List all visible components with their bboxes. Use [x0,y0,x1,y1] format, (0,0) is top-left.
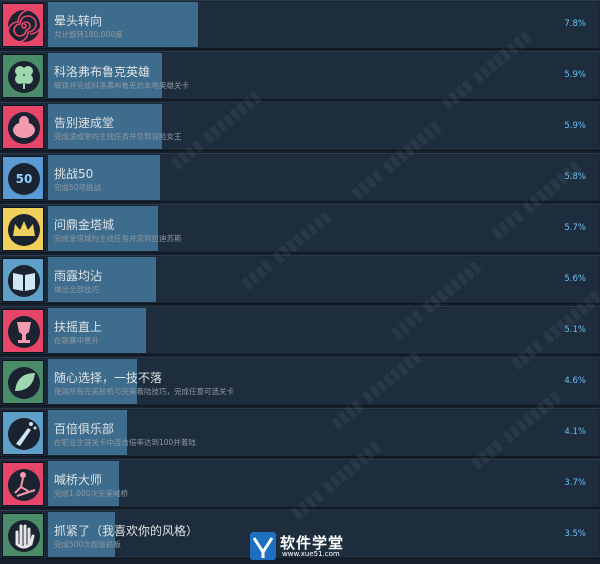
unlock-percent: 3.7% [564,478,586,488]
leaf-icon [2,360,44,404]
achievement-description: 完成金塔城的主线任务并见到拉迪苏斯 [54,234,182,243]
achievement-row: 雨露均沾做出全部技巧 5.6% [0,255,600,304]
clover-icon [2,54,44,98]
unlock-percent: 4.6% [564,376,586,386]
unlock-percent: 5.8% [564,172,586,182]
progress-track [48,461,598,506]
unlock-percent: 5.7% [564,223,586,233]
unlock-percent: 5.9% [564,121,586,131]
pig-icon [2,105,44,149]
badge-50-icon: 50 [2,156,44,200]
unlock-percent: 3.5% [564,529,586,539]
achievement-row: 喊桥大师完成1,000次完美喊桥 3.7% [0,459,600,508]
trophy-icon [2,309,44,353]
achievement-description: 解锁并完成科洛弗布鲁克的本地英雄关卡 [54,81,189,90]
unlock-percent: 4.1% [564,427,586,437]
achievement-title: 抓紧了（我喜欢你的风格） [54,524,199,538]
achievement-title: 扶摇直上 [54,320,103,334]
achievement-title: 告别速成堂 [54,116,115,130]
achievement-description: 完成500次超级抓板 [54,540,121,549]
bottle-icon [2,411,44,455]
logo-mark-icon [250,532,276,560]
achievement-description: 在职业生涯关卡中连击倍率达到100并着陆 [54,438,196,447]
achievement-row: 50 挑战50 完成50项挑战 5.8% [0,153,600,202]
site-logo: 软件学堂 www.xue51.com [250,530,360,562]
crown-icon [2,207,44,251]
book-icon [2,258,44,302]
skater-icon [2,462,44,506]
achievement-title: 随心选择，一技不落 [54,371,163,385]
achievement-description: 共计旋转180,000度 [54,30,123,39]
achievement-description: 做出全部技巧 [54,285,99,294]
unlock-percent: 5.1% [564,325,586,335]
achievement-description: 完成1,000次完美喊桥 [54,489,128,498]
achievement-description: 在联赛中晋升 [54,336,99,345]
achievement-title: 晕头转向 [54,14,103,28]
spiral-icon [2,3,44,47]
achievement-row: 扶摇直上在联赛中晋升 5.1% [0,306,600,355]
achievement-title: 问鼎金塔城 [54,218,115,232]
achievement-title: 雨露均沾 [54,269,103,283]
achievement-title: 挑战50 [54,167,94,181]
logo-url: www.xue51.com [282,550,340,558]
achievement-row: 科洛弗布鲁克英雄解锁并完成科洛弗布鲁克的本地英雄关卡 5.9% [0,51,600,100]
progress-track [48,410,598,455]
achievement-description: 完成速成堂的主线任务并见到冒险女王 [54,132,182,141]
hand-icon [2,513,44,557]
achievement-row: 百倍俱乐部在职业生涯关卡中连击倍率达到100并着陆 4.1% [0,408,600,457]
unlock-percent: 5.9% [564,70,586,80]
achievement-title: 百倍俱乐部 [54,422,115,436]
achievement-row: 随心选择，一技不落使用所有完美舷桥与完美着陆技巧，完成任意可选关卡 4.6% [0,357,600,406]
achievement-description: 完成50项挑战 [54,183,102,192]
unlock-percent: 7.8% [564,19,586,29]
achievement-row: 晕头转向共计旋转180,000度 7.8% [0,0,600,49]
achievement-row: 问鼎金塔城完成金塔城的主线任务并见到拉迪苏斯 5.7% [0,204,600,253]
unlock-percent: 5.6% [564,274,586,284]
achievement-list: 晕头转向共计旋转180,000度 7.8% 科洛弗布鲁克英雄解锁并完成科洛弗布鲁克… [0,0,600,561]
achievement-title: 科洛弗布鲁克英雄 [54,65,151,79]
svg-text:50: 50 [16,172,33,186]
achievement-row: 告别速成堂完成速成堂的主线任务并见到冒险女王 5.9% [0,102,600,151]
achievement-title: 喊桥大师 [54,473,103,487]
achievement-description: 使用所有完美舷桥与完美着陆技巧，完成任意可选关卡 [54,387,234,396]
